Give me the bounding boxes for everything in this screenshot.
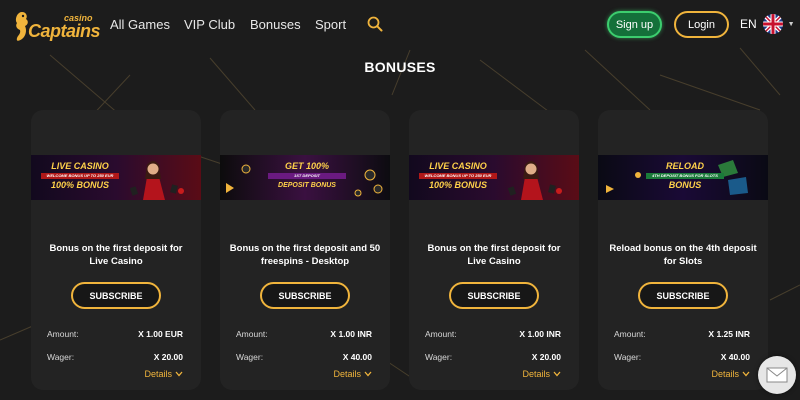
nav-vip-club[interactable]: VIP Club: [184, 17, 235, 32]
chevron-down-icon: [175, 371, 183, 377]
bonus-banner-live-casino: LIVE CASINO WELCOME BONUS UP TO 250 EUR …: [409, 155, 579, 200]
banner-headline: GET 100%: [284, 161, 330, 171]
wager-label: Wager:: [614, 352, 642, 362]
chevron-down-icon: ▼: [787, 20, 795, 28]
banner-bonus: BONUS: [668, 180, 702, 190]
banner-subline: WELCOME BONUS UP TO 250 EUR: [419, 173, 497, 179]
bonus-banner-deposit: GET 100% 1ST DEPOSIT DEPOSIT BONUS: [220, 155, 390, 200]
details-label: Details: [522, 369, 550, 379]
bonus-card: RELOAD 4TH DEPOSIT BONUS FOR SLOTS BONUS…: [598, 110, 768, 390]
details-link[interactable]: Details: [522, 369, 561, 379]
subscribe-button[interactable]: SUBSCRIBE: [71, 282, 161, 309]
wager-label: Wager:: [47, 352, 75, 362]
uk-flag-icon: [762, 14, 783, 34]
nav-sport[interactable]: Sport: [315, 17, 346, 32]
amount-value: X 1.25 INR: [708, 329, 750, 339]
banner-headline: LIVE CASINO: [51, 161, 109, 171]
bonus-card: GET 100% 1ST DEPOSIT DEPOSIT BONUS Bonus…: [220, 110, 390, 390]
wager-label: Wager:: [236, 352, 264, 362]
login-button[interactable]: Login: [674, 11, 729, 38]
banner-headline: LIVE CASINO: [429, 161, 487, 171]
details-link[interactable]: Details: [711, 369, 750, 379]
chevron-down-icon: [742, 371, 750, 377]
amount-value: X 1.00 EUR: [138, 329, 183, 339]
page-title: BONUSES: [364, 59, 436, 75]
bonus-banner-live-casino: LIVE CASINO WELCOME BONUS UP TO 250 EUR …: [31, 155, 201, 200]
amount-value: X 1.00 INR: [330, 329, 372, 339]
envelope-icon: [766, 367, 788, 383]
bonus-title: Reload bonus on the 4th deposit for Slot…: [609, 243, 757, 267]
bonus-title: Bonus on the first deposit and 50 freesp…: [229, 243, 381, 267]
details-link[interactable]: Details: [144, 369, 183, 379]
language-selector[interactable]: EN ▼: [740, 13, 795, 35]
banner-subline: WELCOME BONUS UP TO 250 EUR: [41, 173, 119, 179]
banner-bonus: 100% BONUS: [428, 180, 488, 190]
nav-bonuses[interactable]: Bonuses: [250, 17, 301, 32]
site-header: casino Captains All Games VIP Club Bonus…: [0, 0, 800, 50]
wager-value: X 20.00: [153, 352, 183, 362]
seahorse-logo-icon: [15, 12, 28, 41]
banner-bonus: DEPOSIT BONUS: [278, 182, 336, 189]
bonus-banner-reload: RELOAD 4TH DEPOSIT BONUS FOR SLOTS BONUS: [598, 155, 768, 200]
wager-label: Wager:: [425, 352, 453, 362]
subscribe-button[interactable]: SUBSCRIBE: [260, 282, 350, 309]
banner-bonus: 100% BONUS: [50, 180, 110, 190]
bonus-title: Bonus on the first deposit for Live Casi…: [427, 243, 561, 267]
amount-label: Amount:: [47, 329, 79, 339]
logo-captains-text: Captains: [28, 21, 101, 41]
amount-label: Amount:: [614, 329, 646, 339]
bonus-title: Bonus on the first deposit for Live Casi…: [49, 243, 183, 267]
banner-subline: 4TH DEPOSIT BONUS FOR SLOTS: [646, 173, 724, 179]
banner-subline: 1ST DEPOSIT: [268, 173, 346, 179]
language-code: EN: [740, 17, 757, 31]
wager-value: X 40.00: [720, 352, 750, 362]
subscribe-button[interactable]: SUBSCRIBE: [449, 282, 539, 309]
bonus-card: LIVE CASINO WELCOME BONUS UP TO 250 EUR …: [409, 110, 579, 390]
bonus-card: LIVE CASINO WELCOME BONUS UP TO 250 EUR …: [31, 110, 201, 390]
chevron-down-icon: [553, 371, 561, 377]
details-label: Details: [333, 369, 361, 379]
amount-label: Amount:: [425, 329, 457, 339]
amount-label: Amount:: [236, 329, 268, 339]
subscribe-button[interactable]: SUBSCRIBE: [638, 282, 728, 309]
signup-button[interactable]: Sign up: [607, 11, 662, 38]
wager-value: X 40.00: [342, 352, 372, 362]
details-link[interactable]: Details: [333, 369, 372, 379]
nav-all-games[interactable]: All Games: [110, 17, 170, 32]
chat-button[interactable]: [758, 356, 796, 394]
wager-value: X 20.00: [531, 352, 561, 362]
chevron-down-icon: [364, 371, 372, 377]
amount-value: X 1.00 INR: [519, 329, 561, 339]
search-icon[interactable]: [367, 16, 383, 32]
brand-logo[interactable]: casino Captains: [8, 6, 101, 46]
banner-headline: RELOAD: [666, 161, 704, 171]
details-label: Details: [711, 369, 739, 379]
details-label: Details: [144, 369, 172, 379]
